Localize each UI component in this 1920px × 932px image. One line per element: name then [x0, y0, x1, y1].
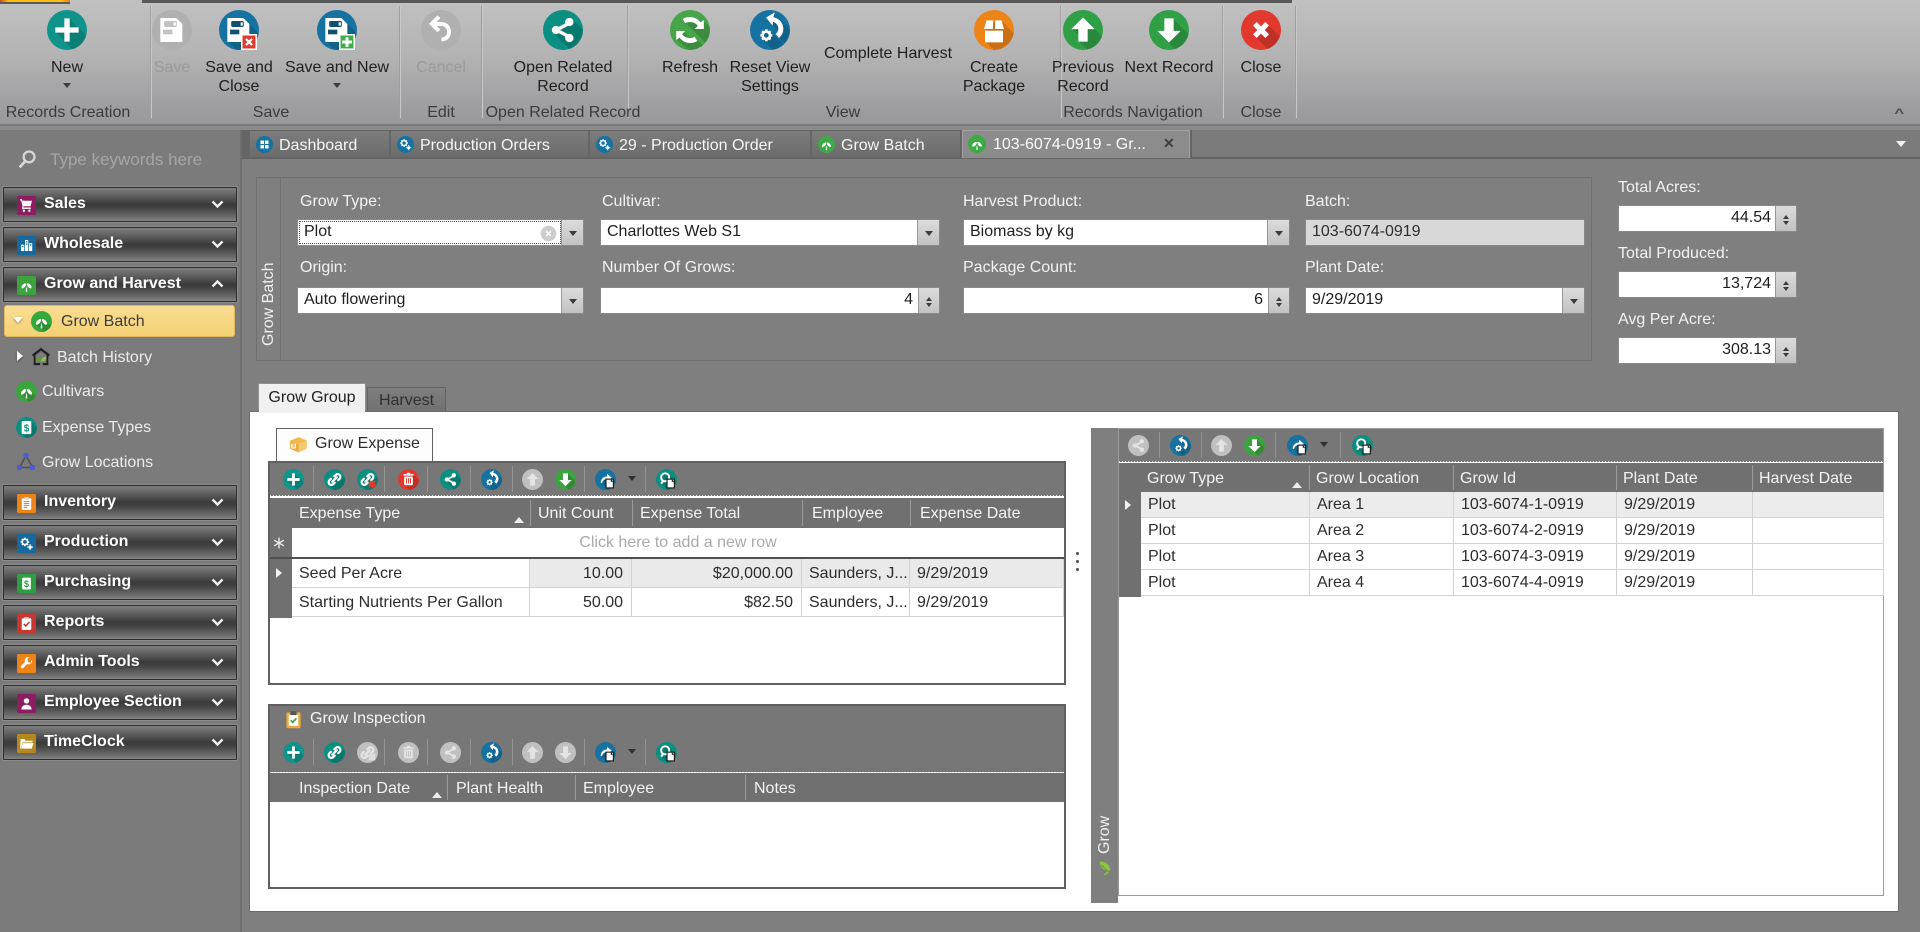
svg-text:$: $	[292, 444, 295, 450]
svg-text:$: $	[24, 579, 29, 589]
